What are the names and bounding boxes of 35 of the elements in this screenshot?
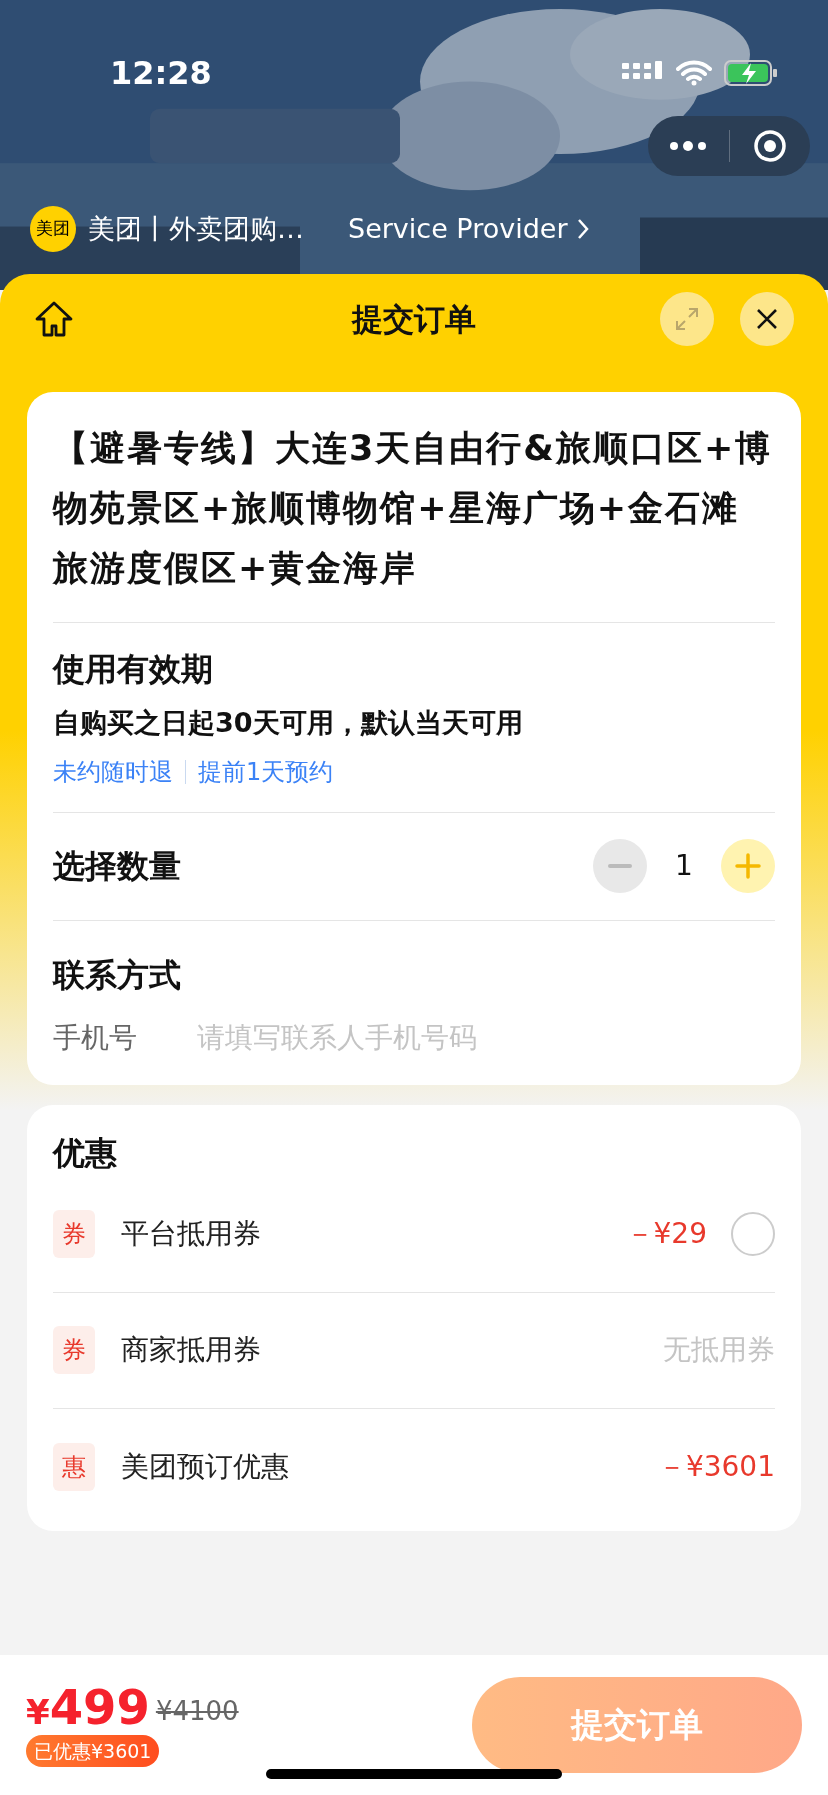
phone-input-field[interactable]: 请填写联系人手机号码	[197, 1016, 775, 1059]
discount-value: 无抵用券	[663, 1332, 775, 1368]
validity-text: 自购买之日起30天可用，默认当天可用	[53, 706, 524, 740]
app-name: 美团丨外卖团购…	[88, 211, 304, 246]
coupon-tag: 券	[53, 1326, 95, 1374]
plus-icon	[735, 853, 761, 879]
section-label: 使用有效期	[53, 649, 214, 690]
policy-tag: 未约随时退	[53, 753, 173, 790]
policy-tag: 提前1天预约	[198, 753, 334, 790]
close-icon[interactable]	[740, 292, 794, 346]
saved-badge: 已优惠¥3601	[26, 1734, 160, 1768]
price: ¥499	[26, 1682, 150, 1731]
battery-charging-icon	[724, 60, 778, 86]
page-title: 提交订单	[352, 299, 476, 339]
quantity-label: 选择数量	[53, 846, 181, 887]
wifi-icon	[676, 60, 712, 86]
discount-label: 美团预订优惠	[121, 1448, 289, 1485]
section-label: 优惠	[53, 1132, 118, 1174]
chevron-right-icon	[575, 218, 590, 240]
discount-label: 平台抵用券	[121, 1216, 261, 1252]
discount-label: 商家抵用券	[121, 1332, 261, 1368]
coupon-tag: 惠	[53, 1442, 95, 1491]
section-label: 联系方式	[53, 954, 182, 996]
home-icon[interactable]	[34, 300, 74, 338]
discount-value: －¥3601	[657, 1448, 775, 1485]
service-provider-link[interactable]: Service Provider	[348, 208, 590, 250]
coupon-tag: 券	[53, 1210, 95, 1258]
status-time: 12:28	[110, 53, 212, 94]
discount-value: －¥29	[625, 1216, 707, 1252]
phone-label: 手机号	[53, 1019, 137, 1056]
product-title: 【避暑专线】大连3天自由行&旅顺口区+博物苑景区+旅顺博物馆+星海广场+金石滩旅游度假区+黄金海岸	[53, 392, 775, 623]
original-price: ¥4100	[155, 1694, 239, 1728]
quantity-value: 1	[674, 848, 694, 884]
radio-button[interactable]	[731, 1212, 775, 1256]
minus-icon	[608, 864, 632, 868]
